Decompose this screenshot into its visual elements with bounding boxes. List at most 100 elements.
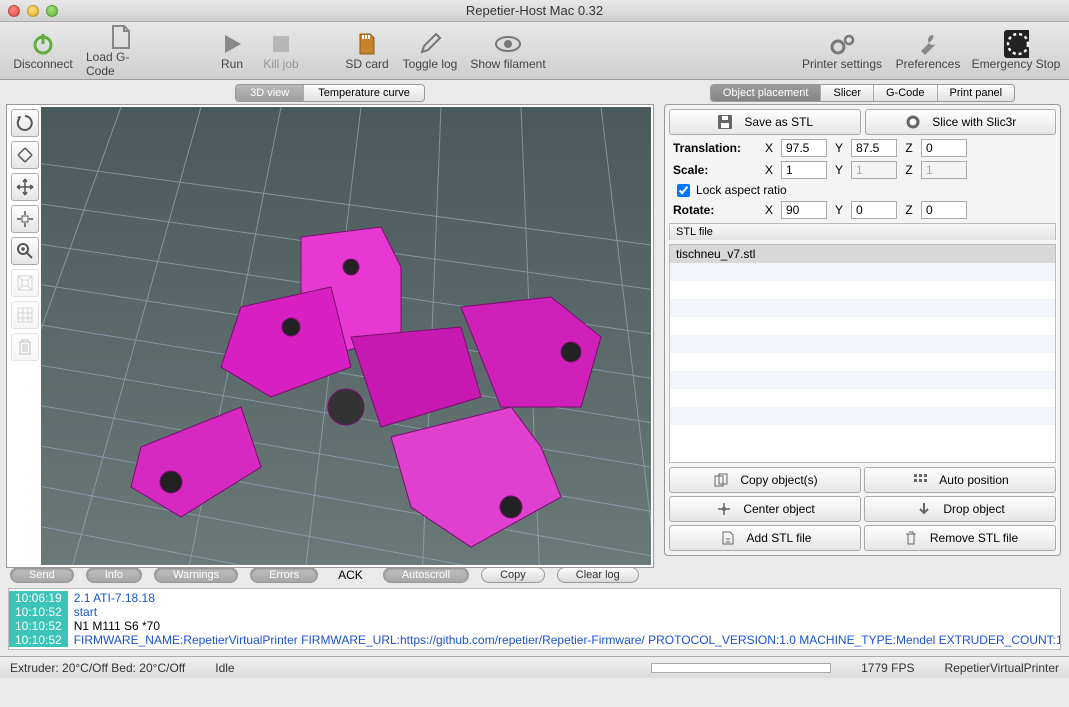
add-stl-button[interactable]: Add STL file	[669, 525, 861, 551]
grid-toggle-button[interactable]	[11, 301, 39, 329]
trash-button[interactable]	[11, 333, 39, 361]
sd-card-icon	[354, 31, 380, 57]
translation-z-input[interactable]	[921, 139, 967, 157]
warnings-filter-button[interactable]: Warnings	[154, 567, 238, 583]
disconnect-button[interactable]: Disconnect	[8, 24, 78, 78]
list-item	[670, 353, 1055, 371]
grid-icon	[911, 473, 929, 487]
slice-button[interactable]: Slice with Slic3r	[865, 109, 1057, 135]
kill-job-button: Kill job	[260, 24, 302, 78]
translation-label: Translation:	[673, 141, 757, 155]
save-stl-button[interactable]: Save as STL	[669, 109, 861, 135]
console-log[interactable]: 10:06:192.1 ATI-7.18.1810:10:52start10:1…	[8, 588, 1061, 650]
3d-viewport[interactable]	[41, 107, 651, 565]
scale-z-input	[921, 161, 967, 179]
view-tools	[9, 107, 41, 565]
translation-x-input[interactable]	[781, 139, 827, 157]
clear-log-button[interactable]: Clear log	[557, 567, 639, 583]
move-view-button[interactable]	[11, 173, 39, 201]
scale-x-input[interactable]	[781, 161, 827, 179]
viewer-frame	[6, 104, 654, 568]
pencil-icon	[417, 31, 443, 57]
remove-stl-button[interactable]: Remove STL file	[864, 525, 1056, 551]
toggle-log-button[interactable]: Toggle log	[400, 24, 460, 78]
scale-label: Scale:	[673, 163, 757, 177]
lock-aspect-checkbox[interactable]	[677, 184, 690, 197]
rotate-label: Rotate:	[673, 203, 757, 217]
gear-icon	[904, 114, 922, 130]
trash-icon	[902, 531, 920, 545]
list-item	[670, 389, 1055, 407]
document-icon	[108, 24, 134, 50]
list-item	[670, 317, 1055, 335]
file-add-icon	[719, 531, 737, 545]
list-item	[670, 407, 1055, 425]
center-icon	[715, 502, 733, 516]
reset-view-button[interactable]	[11, 109, 39, 137]
sd-card-button[interactable]: SD card	[342, 24, 392, 78]
zoom-button[interactable]	[11, 237, 39, 265]
tab-print-panel[interactable]: Print panel	[938, 85, 1015, 101]
perspective-button[interactable]	[11, 269, 39, 297]
window-title: Repetier-Host Mac 0.32	[0, 3, 1069, 18]
translation-y-input[interactable]	[851, 139, 897, 157]
copy-log-button[interactable]: Copy	[481, 567, 545, 583]
tab-object-placement[interactable]: Object placement	[711, 85, 822, 101]
power-icon	[30, 31, 56, 57]
emergency-stop-button[interactable]: Emergency Stop	[971, 24, 1061, 78]
scale-y-input	[851, 161, 897, 179]
center-object-button[interactable]: Center object	[669, 496, 861, 522]
printer-settings-button[interactable]: Printer settings	[799, 24, 885, 78]
gears-icon	[829, 31, 855, 57]
load-gcode-button[interactable]: Load G-Code	[86, 24, 156, 78]
lock-aspect-label: Lock aspect ratio	[696, 183, 787, 197]
auto-position-button[interactable]: Auto position	[864, 467, 1056, 493]
autoscroll-button[interactable]: Autoscroll	[383, 567, 469, 583]
stl-file-list[interactable]: tischneu_v7.stl	[669, 244, 1056, 463]
move-object-button[interactable]	[11, 205, 39, 233]
rotate-view-button[interactable]	[11, 141, 39, 169]
tab-3d-view[interactable]: 3D view	[236, 85, 304, 101]
extruder-status: Extruder: 20°C/Off Bed: 20°C/Off	[10, 661, 185, 675]
send-filter-button[interactable]: Send	[10, 567, 74, 583]
left-tabs: 3D view Temperature curve	[6, 84, 654, 102]
rotate-y-input[interactable]	[851, 201, 897, 219]
errors-filter-button[interactable]: Errors	[250, 567, 318, 583]
status-bar: Extruder: 20°C/Off Bed: 20°C/Off Idle 17…	[0, 656, 1069, 678]
show-filament-button[interactable]: Show filament	[468, 24, 548, 78]
rotate-x-input[interactable]	[781, 201, 827, 219]
list-item	[670, 371, 1055, 389]
preferences-button[interactable]: Preferences	[893, 24, 963, 78]
info-filter-button[interactable]: Info	[86, 567, 142, 583]
copy-icon	[712, 473, 730, 487]
eye-icon	[495, 31, 521, 57]
stl-list-header: STL file	[669, 223, 1056, 240]
fps-status: 1779 FPS	[861, 661, 914, 675]
list-item	[670, 281, 1055, 299]
tab-temperature-curve[interactable]: Temperature curve	[304, 85, 424, 101]
emergency-icon	[1003, 31, 1029, 57]
list-item	[670, 263, 1055, 281]
right-tabs: Object placement Slicer G-Code Print pan…	[664, 84, 1061, 102]
tab-gcode[interactable]: G-Code	[874, 85, 938, 101]
list-item	[670, 425, 1055, 443]
copy-object-button[interactable]: Copy object(s)	[669, 467, 861, 493]
titlebar: Repetier-Host Mac 0.32	[0, 0, 1069, 22]
list-item	[670, 335, 1055, 353]
printer-state: Idle	[215, 661, 234, 675]
list-item[interactable]: tischneu_v7.stl	[670, 245, 1055, 263]
drop-object-button[interactable]: Drop object	[864, 496, 1056, 522]
run-button[interactable]: Run	[212, 24, 252, 78]
progress-bar	[651, 663, 831, 673]
tab-slicer[interactable]: Slicer	[821, 85, 874, 101]
object-placement-panel: Save as STL Slice with Slic3r Translatio…	[664, 104, 1061, 556]
list-item	[670, 299, 1055, 317]
rotate-z-input[interactable]	[921, 201, 967, 219]
printer-name: RepetierVirtualPrinter	[945, 661, 1060, 675]
toolbar: Disconnect Load G-Code Run Kill job SD c…	[0, 22, 1069, 80]
ack-label: ACK	[330, 568, 371, 582]
arrow-down-icon	[915, 502, 933, 516]
wrench-icon	[915, 31, 941, 57]
save-icon	[716, 114, 734, 130]
play-icon	[219, 31, 245, 57]
